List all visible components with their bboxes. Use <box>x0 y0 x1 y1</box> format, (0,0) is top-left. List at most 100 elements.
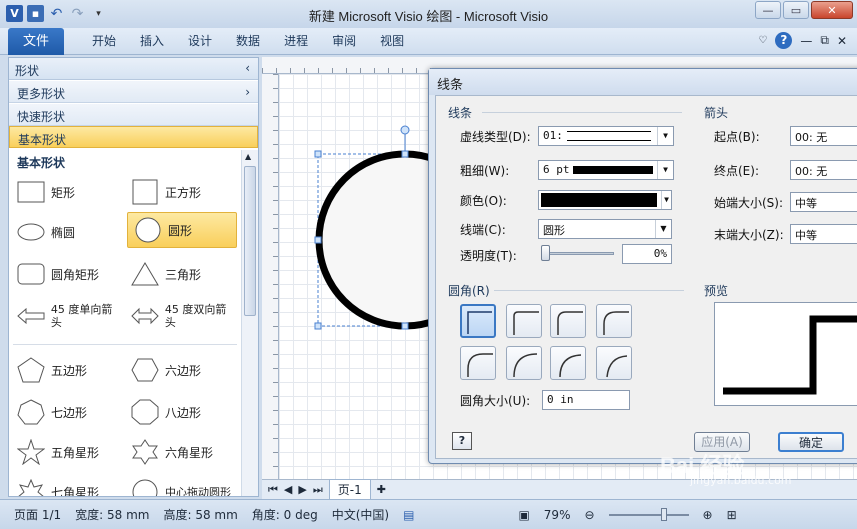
ribbon-tabs: 开始 插入 设计 数据 进程 审阅 视图 <box>80 28 416 55</box>
last-page-icon[interactable]: ⏭ <box>313 483 323 497</box>
macro-icon[interactable]: ▤ <box>403 508 414 522</box>
status-width[interactable]: 宽度: 58 mm <box>75 506 149 523</box>
tab-data[interactable]: 数据 <box>224 28 272 55</box>
tab-home[interactable]: 开始 <box>80 28 128 55</box>
zoom-slider-thumb[interactable] <box>660 507 667 521</box>
fit-page-icon[interactable]: ⊞ <box>727 508 737 522</box>
zoom-slider[interactable] <box>608 507 689 521</box>
shape-triangle[interactable]: 三角形 <box>125 256 235 292</box>
ok-button[interactable]: 确定 <box>778 432 844 452</box>
shape-star7[interactable]: 七角星形 <box>11 474 121 496</box>
tab-design[interactable]: 设计 <box>176 28 224 55</box>
weight-preview <box>573 166 653 174</box>
corner-option-round5[interactable] <box>506 346 542 380</box>
arrow-group-label: 箭头 <box>704 106 729 120</box>
corner-size-label: 圆角大小(U): <box>460 394 531 408</box>
status-language[interactable]: 中文(中国) <box>332 506 389 523</box>
status-height[interactable]: 高度: 58 mm <box>163 506 237 523</box>
dash-type-dropdown[interactable]: 01: ▼ <box>538 126 674 146</box>
next-page-icon[interactable]: ▶ <box>298 483 306 496</box>
doc-minimize-icon[interactable]: — <box>800 34 812 48</box>
transparency-input[interactable]: 0% <box>622 244 672 264</box>
corner-option-square[interactable] <box>460 304 496 338</box>
resize-handle[interactable] <box>314 322 322 330</box>
drawn-circle-shape[interactable] <box>279 74 439 344</box>
tab-insert[interactable]: 插入 <box>128 28 176 55</box>
shape-heptagon[interactable]: 七边形 <box>11 394 121 430</box>
shape-label: 八边形 <box>165 405 202 420</box>
transparency-thumb[interactable] <box>541 245 550 261</box>
tab-review[interactable]: 审阅 <box>320 28 368 55</box>
first-page-icon[interactable]: ⏮ <box>268 483 278 497</box>
shape-ellipse[interactable]: 椭圆 <box>11 214 121 250</box>
doc-close-icon[interactable]: ✕ <box>837 34 847 48</box>
corner-option-round1[interactable] <box>506 304 542 338</box>
corner-size-input[interactable]: 0 in <box>542 390 630 410</box>
shape-octagon[interactable]: 八边形 <box>125 394 235 430</box>
status-page[interactable]: 页面 1/1 <box>14 506 61 523</box>
basic-shapes-item[interactable]: 基本形状 <box>9 126 258 148</box>
scroll-thumb[interactable] <box>244 166 256 316</box>
corner-option-round3[interactable] <box>596 304 632 338</box>
resize-handle[interactable] <box>401 322 409 330</box>
resize-handle[interactable] <box>314 236 322 244</box>
shape-rectangle[interactable]: 矩形 <box>11 174 121 210</box>
chevron-down-icon: ▼ <box>657 161 673 179</box>
insert-page-icon[interactable]: ✚ <box>377 483 386 496</box>
zoom-out-icon[interactable]: ⊖ <box>584 508 594 522</box>
prev-page-icon[interactable]: ◀ <box>284 483 292 496</box>
circle-outline <box>315 150 439 330</box>
corner-option-round7[interactable] <box>596 346 632 380</box>
resize-handle[interactable] <box>314 150 322 158</box>
corner-option-round2[interactable] <box>550 304 586 338</box>
start-size-dropdown[interactable]: 中等 <box>790 192 857 212</box>
transparency-slider[interactable] <box>541 245 614 261</box>
shape-label: 圆形 <box>168 223 193 238</box>
minimize-button[interactable]: — <box>755 1 781 19</box>
end-arrow-dropdown[interactable]: 00: 无 <box>790 160 857 180</box>
collapse-ribbon-icon[interactable]: ♡ <box>758 35 767 46</box>
shape-rounded-rectangle[interactable]: 圆角矩形 <box>11 256 121 292</box>
rotation-handle[interactable] <box>400 125 410 135</box>
stencil-scrollbar[interactable]: ▲ <box>241 150 258 496</box>
full-screen-icon[interactable]: ▣ <box>518 508 529 522</box>
page-tab[interactable]: 页-1 <box>328 479 371 500</box>
corner-option-round6[interactable] <box>550 346 586 380</box>
cap-dropdown[interactable]: 圆形 ▼ <box>538 219 672 239</box>
more-shapes-item[interactable]: 更多形状 › <box>9 81 258 103</box>
color-dropdown[interactable]: ▼ <box>538 190 672 210</box>
zoom-level[interactable]: 79% <box>544 508 571 522</box>
shape-center-drag-circle[interactable]: 中心拖动圆形 <box>125 474 241 496</box>
help-icon[interactable]: ? <box>775 32 793 49</box>
shape-hexagon[interactable]: 六边形 <box>125 352 235 388</box>
start-size-label: 始端大小(S): <box>714 196 784 210</box>
dash-preview <box>567 131 651 141</box>
file-tab[interactable]: 文件 <box>8 28 64 55</box>
doc-restore-icon[interactable]: ⧉ <box>820 33 829 48</box>
tab-view[interactable]: 视图 <box>368 28 416 55</box>
close-button[interactable]: ✕ <box>811 1 853 19</box>
resize-handle[interactable] <box>401 150 409 158</box>
collapse-pane-icon[interactable]: ‹ <box>245 61 250 75</box>
status-angle[interactable]: 角度: 0 deg <box>252 506 318 523</box>
pentagon-icon <box>17 357 45 383</box>
shape-star6[interactable]: 六角星形 <box>125 434 235 470</box>
center-drag-circle-icon <box>132 479 158 496</box>
maximize-button[interactable]: ▭ <box>783 1 809 19</box>
scroll-up-icon[interactable]: ▲ <box>245 152 251 161</box>
shape-single-arrow[interactable]: 45 度单向箭头 <box>11 298 123 334</box>
end-size-dropdown[interactable]: 中等 <box>790 224 857 244</box>
zoom-in-icon[interactable]: ⊕ <box>703 508 713 522</box>
quick-shapes-item[interactable]: 快速形状 <box>9 104 258 126</box>
corner-option-round4[interactable] <box>460 346 496 380</box>
shape-double-arrow[interactable]: 45 度双向箭头 <box>125 298 237 334</box>
shape-pentagon[interactable]: 五边形 <box>11 352 121 388</box>
help-button-icon[interactable]: ? <box>452 432 472 450</box>
weight-dropdown[interactable]: 6 pt ▼ <box>538 160 674 180</box>
start-arrow-dropdown[interactable]: 00: 无 <box>790 126 857 146</box>
shape-circle[interactable]: 圆形 <box>127 212 237 248</box>
shape-star5[interactable]: 五角星形 <box>11 434 121 470</box>
shape-square[interactable]: 正方形 <box>125 174 235 210</box>
tab-process[interactable]: 进程 <box>272 28 320 55</box>
basic-shapes-label: 基本形状 <box>18 133 67 147</box>
